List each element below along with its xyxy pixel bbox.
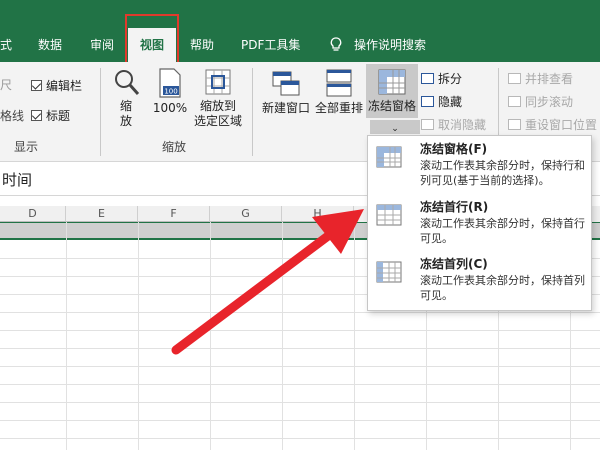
arrow-shaft xyxy=(171,228,337,355)
annotation-arrow xyxy=(171,209,364,355)
